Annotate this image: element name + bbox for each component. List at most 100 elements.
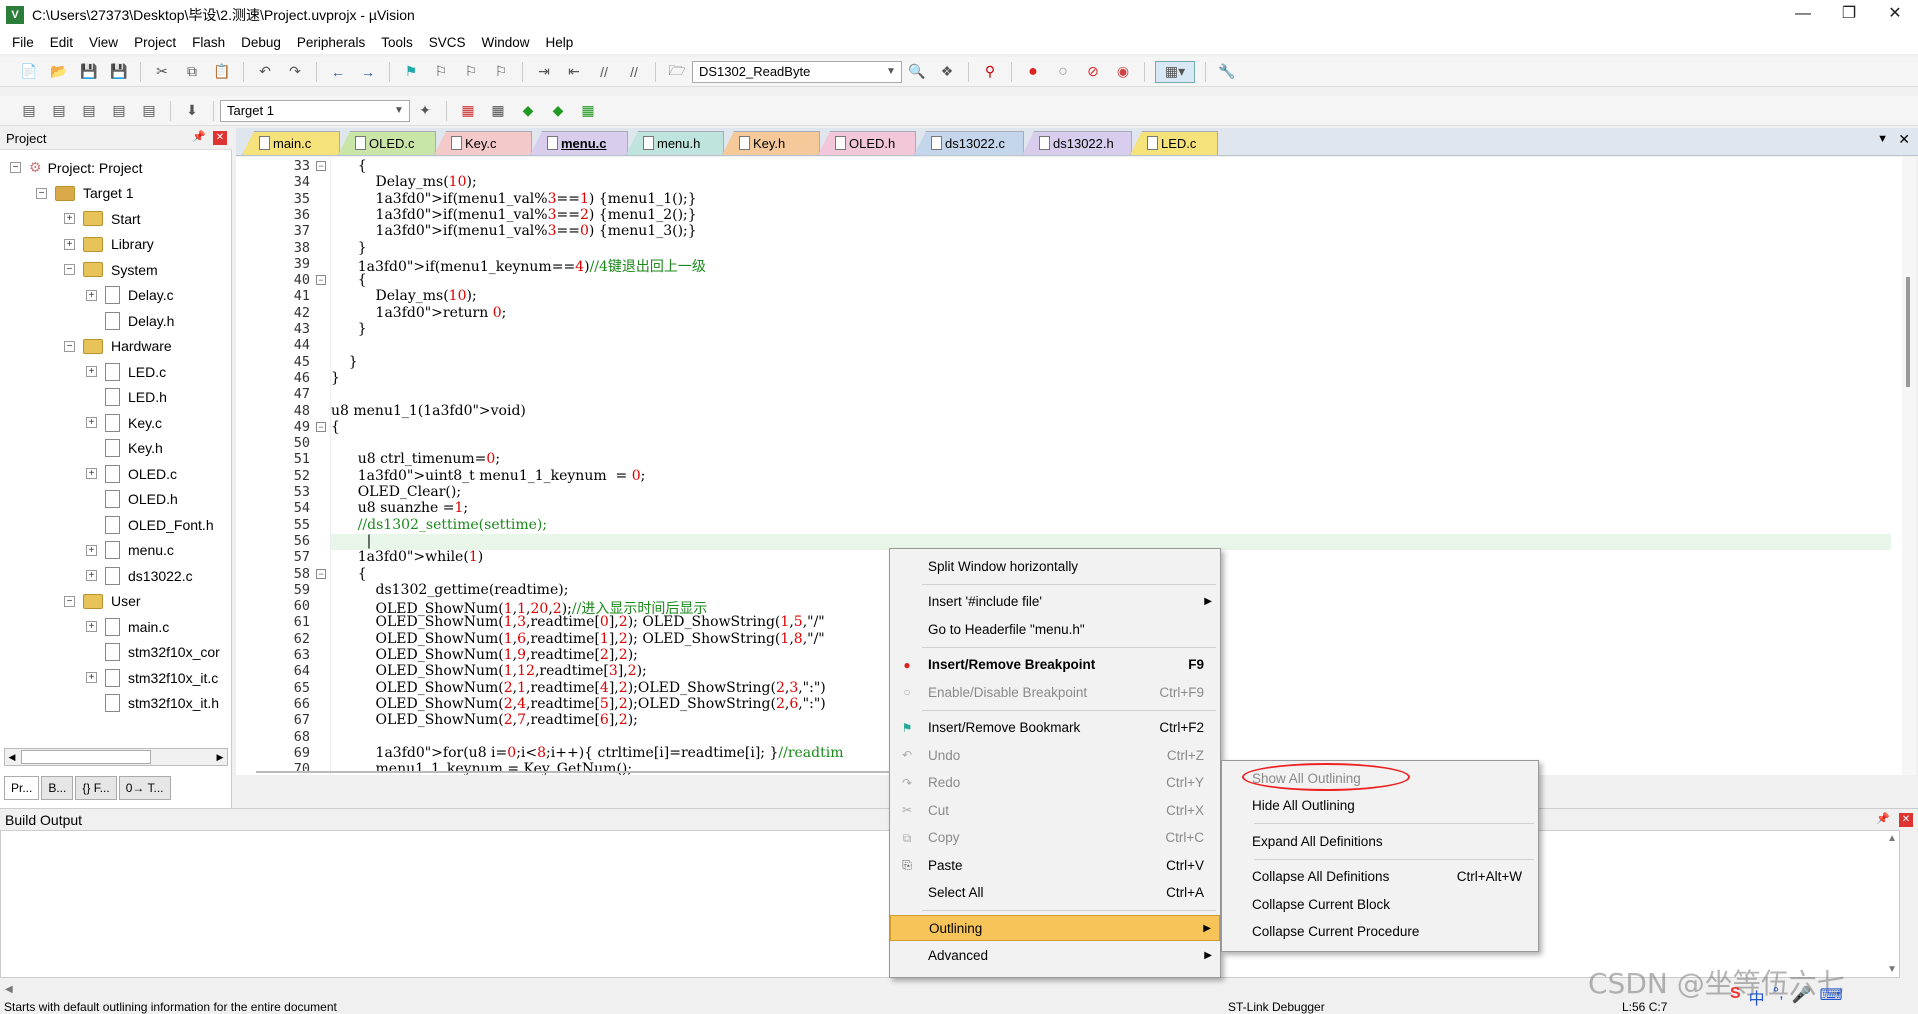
file-extensions-icon[interactable]: ▦	[487, 100, 509, 122]
disable-breakpoint-icon[interactable]: ○	[1052, 61, 1074, 83]
sogou-icon[interactable]: S	[1730, 985, 1741, 1009]
menu-window[interactable]: Window	[473, 35, 537, 50]
tree-item-led-h[interactable]: LED.h	[86, 385, 167, 410]
tree-item-delay-h[interactable]: Delay.h	[86, 308, 174, 333]
menu-svcs[interactable]: SVCS	[421, 35, 474, 50]
menu-peripherals[interactable]: Peripherals	[289, 35, 373, 50]
menu-flash[interactable]: Flash	[184, 35, 233, 50]
fold-icon[interactable]: −	[316, 421, 326, 432]
close-icon[interactable]: ✕	[1872, 0, 1918, 30]
tree-item-oled-h[interactable]: OLED.h	[86, 487, 178, 512]
next-bookmark-icon[interactable]: ⚐	[460, 61, 482, 83]
scroll-thumb[interactable]	[21, 750, 151, 764]
menu-project[interactable]: Project	[126, 35, 184, 50]
menu-item-insert-include-file[interactable]: Insert '#include file' ▶	[890, 589, 1220, 615]
tab-oled-c[interactable]: OLED.c	[338, 131, 436, 155]
run-time-env-icon[interactable]: ▦	[577, 100, 599, 122]
batch-build-icon[interactable]: ▤	[108, 100, 130, 122]
pin-icon[interactable]: 📌	[1876, 812, 1890, 825]
menu-file[interactable]: File	[4, 35, 42, 50]
debug-session-icon[interactable]: ⚲	[979, 61, 1001, 83]
tree-item-ds13022-c[interactable]: + ds13022.c	[86, 563, 193, 588]
menu-help[interactable]: Help	[538, 35, 582, 50]
tree-item-start[interactable]: + Start	[64, 206, 141, 231]
fold-icon[interactable]: −	[316, 275, 326, 286]
nav-forward-icon[interactable]: →	[357, 61, 379, 83]
tree-item-hardware[interactable]: − Hardware	[64, 334, 172, 359]
menu-item-paste[interactable]: ⎘ Paste Ctrl+V	[890, 852, 1220, 878]
expand-icon[interactable]: +	[86, 366, 97, 377]
tab-oled-h[interactable]: OLED.h	[818, 131, 916, 155]
pack-installer-icon[interactable]: ◆	[547, 100, 569, 122]
copy-icon[interactable]: ⧉	[181, 61, 203, 83]
comment-icon[interactable]: //	[593, 61, 615, 83]
save-icon[interactable]: 💾	[78, 61, 100, 83]
select-packs-icon[interactable]: ◆	[517, 100, 539, 122]
tree-item-oled-c[interactable]: + OLED.c	[86, 461, 177, 486]
tree-item-oled-font-h[interactable]: OLED_Font.h	[86, 512, 214, 537]
tree-item-key-c[interactable]: + Key.c	[86, 410, 162, 435]
expand-icon[interactable]: +	[86, 417, 97, 428]
scroll-right-icon[interactable]: ▶	[213, 749, 227, 765]
keyboard-icon[interactable]: ⌨	[1819, 985, 1842, 1009]
collapse-icon[interactable]: −	[64, 595, 75, 607]
menu-debug[interactable]: Debug	[233, 35, 289, 50]
function-combo[interactable]: DS1302_ReadByte ▼	[692, 60, 902, 83]
translate-icon[interactable]: ▤	[18, 100, 40, 122]
expand-icon[interactable]: +	[86, 289, 97, 301]
collapse-icon[interactable]: −	[64, 264, 75, 275]
menu-item-redo[interactable]: ↷ Redo Ctrl+Y	[890, 770, 1220, 796]
target-options-icon[interactable]: ✦	[414, 100, 436, 122]
menu-item-collapse-current-block[interactable]: Collapse Current Block	[1222, 891, 1538, 917]
menu-item-select-all[interactable]: Select All Ctrl+A	[890, 880, 1220, 906]
menu-item-expand-all-definitions[interactable]: Expand All Definitions	[1222, 828, 1538, 854]
collapse-icon[interactable]: −	[36, 187, 47, 199]
close-panel-icon[interactable]: ✕	[1899, 813, 1913, 827]
scroll-left-icon[interactable]: ◀	[5, 749, 19, 765]
close-tab-icon[interactable]: ✕	[1898, 131, 1910, 148]
menu-item-split-window-horizontally[interactable]: Split Window horizontally	[890, 553, 1220, 579]
minimize-icon[interactable]: —	[1780, 0, 1826, 30]
expand-icon[interactable]: +	[86, 544, 97, 556]
window-layout-icon[interactable]: ▦▾	[1155, 60, 1195, 83]
tree-item-user[interactable]: − User	[64, 589, 141, 614]
stop-build-icon[interactable]: ▤	[138, 100, 160, 122]
collapse-icon[interactable]: −	[64, 340, 75, 352]
tree-item-key-h[interactable]: Key.h	[86, 436, 163, 461]
tab-menu-c[interactable]: menu.c	[530, 131, 628, 155]
expand-icon[interactable]: +	[86, 570, 97, 581]
menu-item-hide-all-outlining[interactable]: Hide All Outlining	[1222, 793, 1538, 819]
panel-tab-3[interactable]: 0→ T...	[118, 776, 171, 800]
tree-item-target-1[interactable]: − Target 1	[36, 181, 134, 206]
menu-item-enable-disable-breakpoint[interactable]: ○ Enable/Disable Breakpoint Ctrl+F9	[890, 679, 1220, 705]
vertical-scrollbar[interactable]	[1902, 157, 1916, 775]
breakpoint-icon[interactable]: ●	[1022, 61, 1044, 83]
tab-menu-h[interactable]: menu.h	[626, 131, 724, 155]
chinese-mode-icon[interactable]: 中	[1749, 985, 1765, 1009]
kill-all-breakpoints-icon[interactable]: ◉	[1112, 61, 1134, 83]
scroll-thumb[interactable]	[1906, 277, 1910, 387]
manage-components-icon[interactable]: ▦	[457, 100, 479, 122]
scroll-left-icon[interactable]: ◀	[5, 984, 13, 995]
save-all-icon[interactable]: 💾	[108, 61, 130, 83]
panel-tab-1[interactable]: B...	[41, 776, 74, 800]
tree-item-library[interactable]: + Library	[64, 232, 154, 257]
open-folder-icon[interactable]: 📂	[48, 61, 70, 83]
target-combo[interactable]: Target 1 ▼	[220, 99, 410, 122]
tab-led-c[interactable]: LED.c	[1130, 131, 1218, 155]
menu-item-outlining[interactable]: Outlining ▶	[890, 915, 1220, 941]
redo-icon[interactable]: ↷	[284, 61, 306, 83]
menu-view[interactable]: View	[81, 35, 126, 50]
menu-item-cut[interactable]: ✂ Cut Ctrl+X	[890, 797, 1220, 823]
undo-icon[interactable]: ↶	[254, 61, 276, 83]
tab-key-h[interactable]: Key.h	[722, 131, 820, 155]
incremental-find-icon[interactable]: ❖	[936, 61, 958, 83]
tree-item-stm32f10x-it-c[interactable]: + stm32f10x_it.c	[86, 665, 218, 690]
horizontal-scrollbar[interactable]: ◀ ▶	[4, 748, 228, 766]
clear-bookmarks-icon[interactable]: ⚐	[490, 61, 512, 83]
mic-icon[interactable]: 🎤	[1792, 985, 1812, 1009]
menu-tools[interactable]: Tools	[373, 35, 421, 50]
prev-bookmark-icon[interactable]: ⚐	[430, 61, 452, 83]
tree-item-system[interactable]: − System	[64, 257, 158, 282]
find-icon[interactable]: 🔍	[906, 61, 928, 83]
